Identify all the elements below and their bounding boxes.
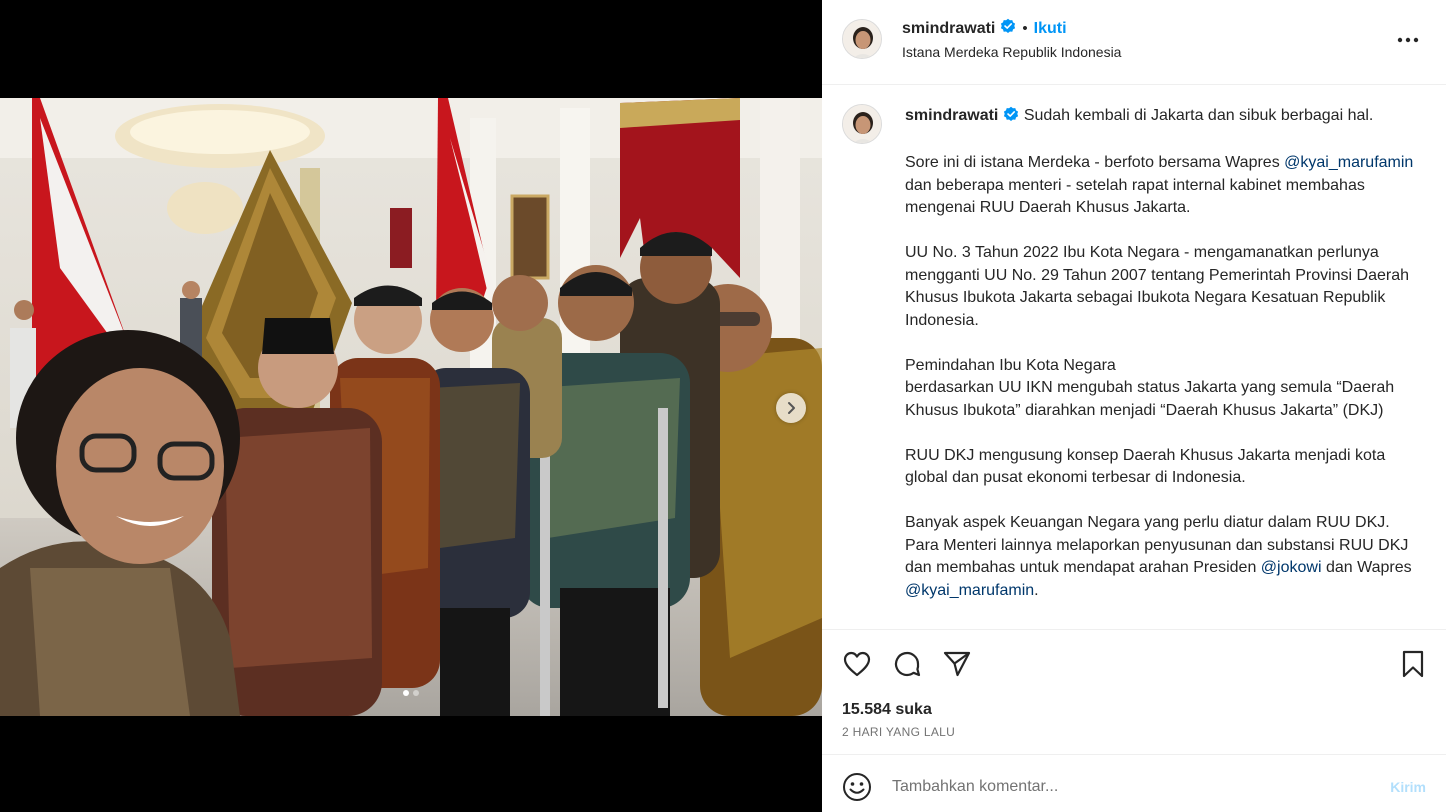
separator-dot: • bbox=[1022, 20, 1028, 37]
carousel-next-button[interactable] bbox=[776, 393, 806, 423]
more-options-button[interactable] bbox=[1394, 28, 1422, 52]
likes-count[interactable]: 15.584 suka bbox=[842, 701, 932, 719]
caption-paragraph: RUU DKJ mengusung konsep Daerah Khusus J… bbox=[905, 445, 1425, 490]
verified-badge-icon bbox=[1003, 106, 1019, 130]
caption-area: smindrawati Sudah kembali di Jakarta dan… bbox=[822, 86, 1446, 629]
comment-button[interactable] bbox=[891, 648, 923, 680]
bookmark-icon bbox=[1402, 650, 1424, 678]
caption-segment: berdasarkan UU IKN mengubah status Jakar… bbox=[905, 379, 1395, 419]
profile-picture bbox=[843, 20, 881, 58]
post-actions: 15.584 suka 2 HARI YANG LALU bbox=[822, 629, 1446, 753]
emoji-button[interactable] bbox=[842, 772, 872, 802]
post-header: smindrawati • Ikuti Istana Merdeka Repub… bbox=[822, 0, 1446, 85]
caption-segment: UU No. 3 Tahun 2022 Ibu Kota Negara - me… bbox=[905, 244, 1410, 329]
carousel-dot bbox=[413, 690, 419, 696]
carousel-indicator bbox=[0, 690, 822, 696]
caption-paragraph: Sore ini di istana Merdeka - berfoto ber… bbox=[905, 152, 1425, 220]
caption-segment: Sudah kembali di Jakarta dan sibuk berba… bbox=[1023, 107, 1374, 124]
paper-plane-icon bbox=[943, 651, 971, 677]
caption-paragraph: Banyak aspek Keuangan Negara yang perlu … bbox=[905, 512, 1425, 602]
media-pane bbox=[0, 0, 822, 812]
caption-paragraph: smindrawati Sudah kembali di Jakarta dan… bbox=[905, 105, 1425, 130]
caption-paragraph: UU No. 3 Tahun 2022 Ibu Kota Negara - me… bbox=[905, 242, 1425, 332]
post-photo[interactable] bbox=[0, 98, 822, 716]
follow-button[interactable]: Ikuti bbox=[1034, 20, 1067, 38]
comment-bubble-icon bbox=[894, 651, 921, 677]
more-horizontal-icon bbox=[1397, 37, 1419, 43]
caption-segment: dan beberapa menteri - setelah rapat int… bbox=[905, 176, 1365, 217]
chevron-right-icon bbox=[788, 402, 795, 414]
save-button[interactable] bbox=[1397, 648, 1429, 680]
location-link[interactable]: Istana Merdeka Republik Indonesia bbox=[902, 44, 1121, 60]
mention-link[interactable]: @kyai_marufamin bbox=[905, 582, 1034, 599]
carousel-dot bbox=[403, 690, 409, 696]
post-comment-button[interactable]: Kirim bbox=[1390, 779, 1426, 795]
profile-picture bbox=[843, 105, 881, 143]
caption-segment: RUU DKJ mengusung konsep Daerah Khusus J… bbox=[905, 446, 1386, 487]
avatar[interactable] bbox=[842, 19, 882, 59]
caption-username[interactable]: smindrawati bbox=[905, 107, 998, 124]
share-button[interactable] bbox=[941, 648, 973, 680]
comment-bar: Kirim bbox=[822, 754, 1446, 812]
username[interactable]: smindrawati bbox=[902, 20, 995, 38]
photo-illustration bbox=[0, 98, 822, 716]
caption-text: smindrawati Sudah kembali di Jakarta dan… bbox=[905, 105, 1425, 625]
post-sidebar: smindrawati • Ikuti Istana Merdeka Repub… bbox=[822, 0, 1446, 812]
mention-link[interactable]: @kyai_marufamin bbox=[1284, 154, 1413, 171]
comment-input[interactable] bbox=[892, 772, 1362, 802]
like-button[interactable] bbox=[841, 648, 873, 680]
header-identity: smindrawati • Ikuti bbox=[902, 18, 1067, 39]
emoji-smiley-icon bbox=[843, 773, 871, 801]
caption-paragraph: Pemindahan Ibu Kota Negara berdasarkan UU… bbox=[905, 355, 1425, 423]
caption-segment: Sore ini di istana Merdeka - berfoto ber… bbox=[905, 154, 1285, 171]
caption-segment: . bbox=[1034, 581, 1039, 599]
post-timestamp[interactable]: 2 HARI YANG LALU bbox=[842, 725, 955, 739]
avatar[interactable] bbox=[842, 104, 882, 144]
mention-link[interactable]: @jokowi bbox=[1261, 559, 1322, 576]
heart-icon bbox=[843, 651, 871, 677]
caption-segment: dan Wapres bbox=[1321, 559, 1412, 576]
caption-segment: Pemindahan Ibu Kota Negara bbox=[905, 356, 1116, 374]
verified-badge-icon bbox=[1000, 18, 1016, 39]
